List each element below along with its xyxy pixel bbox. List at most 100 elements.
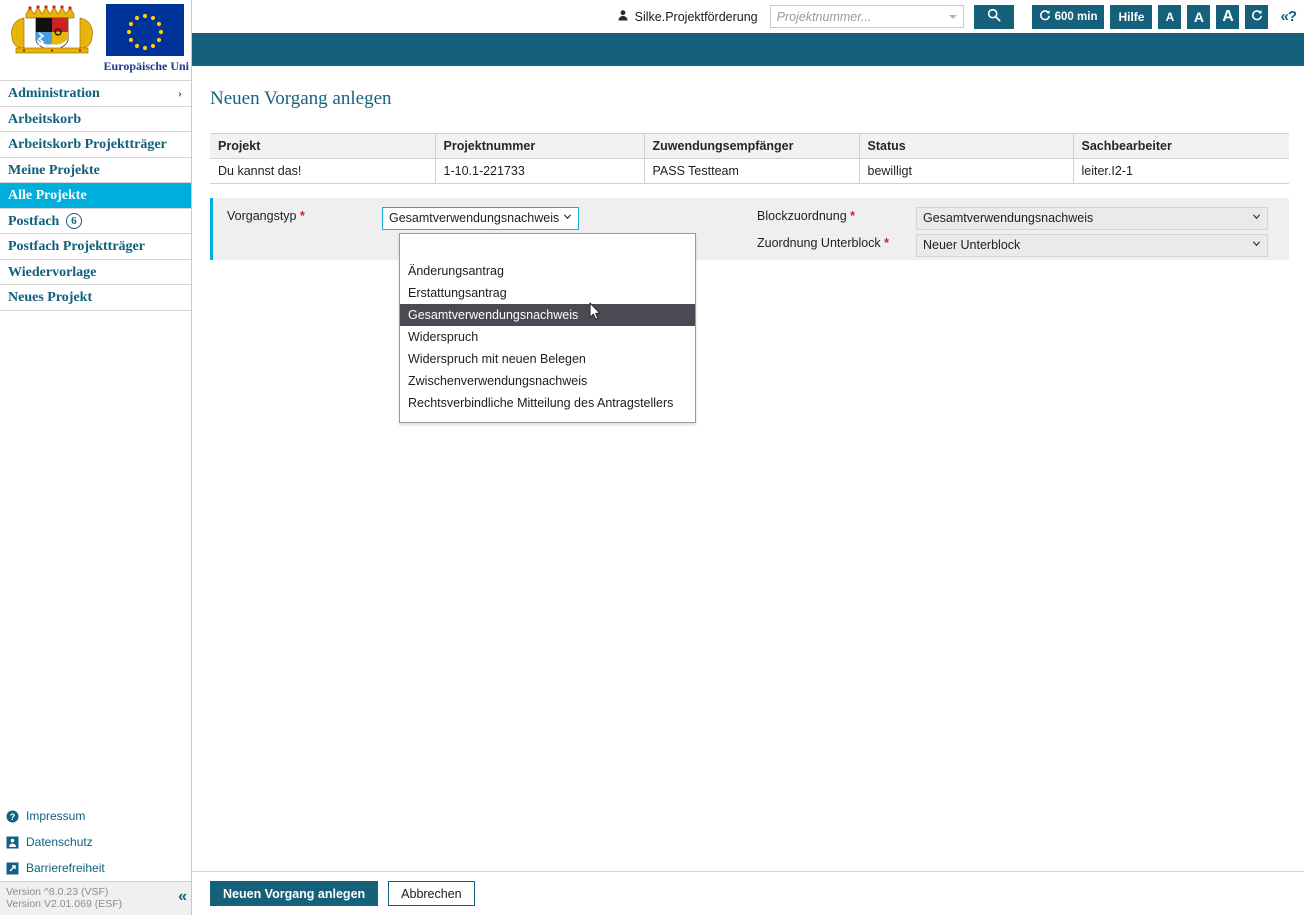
sidebar-item-label: Meine Projekte <box>8 162 100 178</box>
action-bar: Neuen Vorgang anlegen Abbrechen <box>192 872 1304 915</box>
unterblock-select[interactable]: Neuer Unterblock <box>916 234 1268 257</box>
chevron-down-icon <box>1252 241 1261 247</box>
unterblock-selected-value: Neuer Unterblock <box>923 238 1021 252</box>
blockzuordnung-selected-value: Gesamtverwendungsnachweis <box>923 211 1094 225</box>
column-header-projektnummer: Projektnummer <box>435 133 645 159</box>
table-row: Du kannst das! 1-10.1-221733 PASS Testte… <box>210 158 1289 184</box>
dropdown-option-widerspruch[interactable]: Widerspruch <box>400 326 695 348</box>
reload-button[interactable] <box>1245 4 1269 29</box>
chevron-right-icon: › <box>178 86 182 100</box>
footer-link-datenschutz[interactable]: Datenschutz <box>0 829 191 855</box>
cell-sachbearbeiter: leiter.I2-1 <box>1073 158 1289 184</box>
chevron-down-icon <box>1252 214 1261 220</box>
main-content: Neuen Vorgang anlegen Projekt Projektnum… <box>192 66 1304 915</box>
id-card-icon <box>6 836 19 849</box>
sidebar-nav: Administration › Arbeitskorb Arbeitskorb… <box>0 80 191 311</box>
sidebar-item-neues-projekt[interactable]: Neues Projekt <box>0 285 191 311</box>
context-help-toggle[interactable]: «? <box>1280 8 1296 25</box>
column-header-sachbearbeiter: Sachbearbeiter <box>1073 133 1289 159</box>
top-bar: Silke.Projektförderung 600 min Hilfe A A <box>192 0 1304 33</box>
project-info-table: Projekt Projektnummer Zuwendungsempfänge… <box>210 133 1289 184</box>
header-banner <box>192 33 1304 66</box>
sidebar-item-administration[interactable]: Administration › <box>0 81 191 107</box>
vorgangstyp-select[interactable]: Gesamtverwendungsnachweis <box>382 207 579 230</box>
vorgangstyp-label-text: Vorgangstyp <box>227 209 297 223</box>
sidebar-item-label: Postfach Projektträger <box>8 239 145 254</box>
blockzuordnung-label: Blockzuordnung * <box>757 209 855 223</box>
refresh-icon <box>1039 9 1051 24</box>
vorgangstyp-selected-value: Gesamtverwendungsnachweis <box>389 211 560 225</box>
search-button[interactable] <box>973 4 1014 29</box>
unterblock-label: Zuordnung Unterblock * <box>757 236 889 250</box>
dropdown-option-blank[interactable] <box>400 234 695 260</box>
sidebar-item-alle-projekte[interactable]: Alle Projekte <box>0 183 191 209</box>
user-name: Silke.Projektförderung <box>634 9 758 24</box>
font-size-large-button[interactable]: A <box>1216 4 1240 29</box>
current-user[interactable]: Silke.Projektförderung <box>617 9 758 24</box>
dropdown-option-gesamtverwendungsnachweis[interactable]: Gesamtverwendungsnachweis <box>400 304 695 326</box>
dropdown-option-erstattungsantrag[interactable]: Erstattungsantrag <box>400 282 695 304</box>
column-header-status: Status <box>859 133 1074 159</box>
dropdown-option-aenderungsantrag[interactable]: Änderungsantrag <box>400 260 695 282</box>
column-header-zuwendungsempfaenger: Zuwendungsempfänger <box>644 133 860 159</box>
version-line-esf: Version V2.01.069 (ESF) <box>6 898 123 910</box>
question-circle-icon: ? <box>6 810 19 823</box>
sidebar-item-meine-projekte[interactable]: Meine Projekte <box>0 158 191 183</box>
svg-text:?: ? <box>10 811 16 821</box>
vorgang-form-panel: Vorgangstyp * Gesamtverwendungsnachweis … <box>210 198 1289 423</box>
cancel-button[interactable]: Abbrechen <box>388 881 475 906</box>
collapse-sidebar-button[interactable]: « <box>178 888 187 906</box>
dropdown-option-rechtsverbindliche-mitteilung[interactable]: Rechtsverbindliche Mitteilung des Antrag… <box>400 392 695 414</box>
search-icon <box>987 8 1001 25</box>
vorgangstyp-dropdown-list[interactable]: Änderungsantrag Erstattungsantrag Gesamt… <box>399 233 696 423</box>
version-info: Version ^8.0.23 (VSF) Version V2.01.069 … <box>6 886 122 910</box>
sidebar-item-postfach[interactable]: Postfach 6 <box>0 209 191 234</box>
page-title: Neuen Vorgang anlegen <box>210 88 392 109</box>
european-union-flag-icon <box>106 4 184 56</box>
required-marker: * <box>884 236 890 250</box>
font-size-small-button[interactable]: A <box>1158 4 1182 29</box>
submit-neuen-vorgang-button[interactable]: Neuen Vorgang anlegen <box>210 881 379 906</box>
dropdown-option-widerspruch-mit-neuen-belegen[interactable]: Widerspruch mit neuen Belegen <box>400 348 695 370</box>
footer-link-impressum[interactable]: ? Impressum <box>0 803 191 829</box>
search-input[interactable] <box>769 5 964 28</box>
cell-projektnummer: 1-10.1-221733 <box>435 158 645 184</box>
footer-link-label: Barrierefreiheit <box>26 861 105 875</box>
sidebar-footer: ? Impressum Datenschutz Barrierefreiheit <box>0 803 191 915</box>
sidebar-item-label: Arbeitskorb <box>8 111 82 127</box>
unterblock-label-text: Zuordnung Unterblock <box>757 236 881 250</box>
vorgangstyp-label: Vorgangstyp * <box>227 209 305 223</box>
version-bar: Version ^8.0.23 (VSF) Version V2.01.069 … <box>0 881 191 915</box>
sidebar-item-label: Arbeitskorb Projektträger <box>8 137 167 152</box>
sidebar-item-wiedervorlage[interactable]: Wiedervorlage <box>0 260 191 285</box>
cell-status: bewilligt <box>859 158 1074 184</box>
bavaria-coat-of-arms-icon <box>6 4 98 58</box>
font-size-medium-button[interactable]: A <box>1187 4 1211 29</box>
column-header-projekt: Projekt <box>210 133 436 159</box>
dropdown-option-zwischenverwendungsnachweis[interactable]: Zwischenverwendungsnachweis <box>400 370 695 392</box>
blockzuordnung-label-text: Blockzuordnung <box>757 209 847 223</box>
eu-caption: Europäische Uni <box>103 59 189 73</box>
logo-row <box>0 0 191 58</box>
session-timer-button[interactable]: 600 min <box>1031 4 1105 29</box>
sidebar: Europäische Uni Administration › Arbeits… <box>0 0 192 915</box>
application-window: Europäische Uni Administration › Arbeits… <box>0 0 1304 915</box>
sidebar-item-label: Wiedervorlage <box>8 264 97 280</box>
accessibility-arrow-icon <box>6 862 19 875</box>
chevron-down-icon <box>563 214 572 220</box>
required-marker: * <box>299 209 305 223</box>
search-field-wrapper <box>769 5 964 28</box>
user-icon <box>617 9 629 24</box>
help-button[interactable]: Hilfe <box>1110 4 1153 29</box>
sidebar-item-postfach-projekttraeger[interactable]: Postfach Projektträger <box>0 234 191 260</box>
sidebar-item-label: Administration <box>8 86 100 101</box>
postfach-count-badge: 6 <box>65 212 82 229</box>
blockzuordnung-select[interactable]: Gesamtverwendungsnachweis <box>916 207 1268 230</box>
table-header-row: Projekt Projektnummer Zuwendungsempfänge… <box>210 133 1289 159</box>
footer-link-barrierefreiheit[interactable]: Barrierefreiheit <box>0 855 191 881</box>
cell-zuwendungsempfaenger: PASS Testteam <box>644 158 860 184</box>
required-marker: * <box>850 209 856 223</box>
footer-link-label: Datenschutz <box>26 835 93 849</box>
sidebar-item-arbeitskorb[interactable]: Arbeitskorb <box>0 107 191 132</box>
sidebar-item-arbeitskorb-projekttraeger[interactable]: Arbeitskorb Projektträger <box>0 132 191 158</box>
